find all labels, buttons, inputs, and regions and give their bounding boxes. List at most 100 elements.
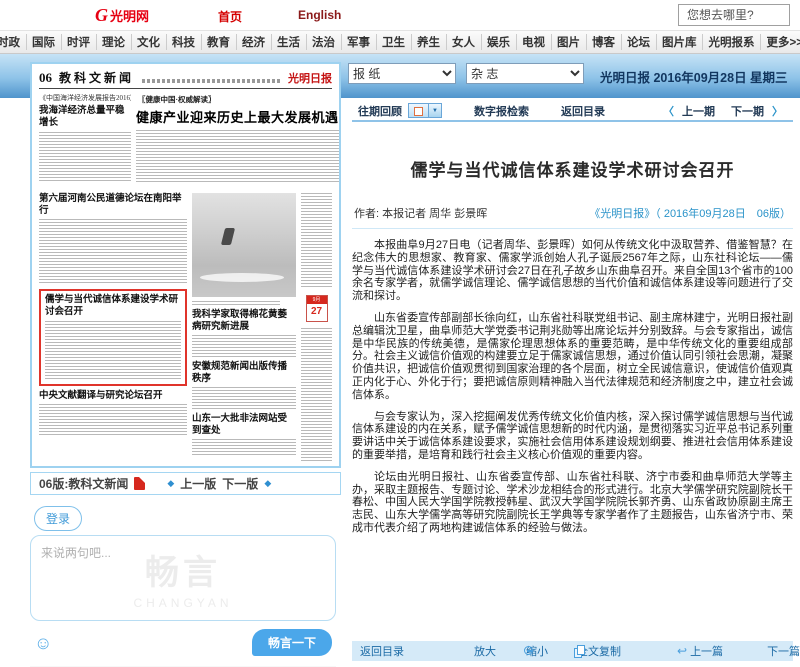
newspaper-masthead-logo: 光明日报	[288, 70, 332, 86]
prev-issue-link[interactable]: 上一期	[682, 103, 715, 119]
where-to-go-box[interactable]: 您想去哪里?	[678, 4, 790, 26]
zoom-in-link[interactable]: 放大	[474, 643, 496, 659]
text-placeholder	[136, 130, 339, 182]
headline-henan[interactable]: 第六届河南公民道德论坛在南阳举行	[39, 193, 187, 217]
diamond-icon: ◆	[167, 478, 174, 489]
article-documents[interactable]: 中央文献翻译与研究论坛召开	[39, 390, 187, 436]
nav-item-yule[interactable]: 娱乐	[482, 34, 517, 50]
article-paragraph: 本报曲阜9月27日电（记者周华、彭景晖）如何从传统文化中汲取营养、借鉴智慧？在纪…	[352, 239, 793, 303]
article-paragraph: 与会专家认为，深入挖掘阐发优秀传统文化价值内核，深入探讨儒学诚信思想与当代诚信体…	[352, 411, 793, 462]
headline-health[interactable]: 健康产业迎来历史上最大发展机遇	[136, 107, 339, 126]
headline-anhui[interactable]: 安徽规范新闻出版传播秩序	[192, 361, 296, 385]
next-issue-link[interactable]: 下一期	[731, 103, 764, 119]
nav-item-jiaoyu[interactable]: 教育	[202, 34, 237, 50]
article-title: 儒学与当代诚信体系建设学术研讨会召开	[352, 156, 793, 181]
nav-item-wenhua[interactable]: 文化	[132, 34, 167, 50]
text-placeholder	[301, 328, 332, 461]
prev-article-link[interactable]: 上一篇	[690, 643, 723, 659]
logo-g-icon: G	[95, 5, 108, 25]
login-button[interactable]: 登录	[34, 506, 82, 531]
article-paragraph: 山东省委宣传部副部长徐向红，山东省社科联党组书记、副主席林建宁，光明日报社副总编…	[352, 312, 793, 402]
article-cotton[interactable]: 我科学家取得棉花黄萎病研究新进展	[192, 309, 296, 357]
nav-item-weisheng[interactable]: 卫生	[377, 34, 412, 50]
article-paragraph: 论坛由光明日报社、山东省委宣传部、山东省社科联、济宁市委和曲阜师范大学等主办，采…	[352, 471, 793, 535]
date-picker-dropdown-icon[interactable]: ▼	[428, 104, 441, 117]
article-anhui[interactable]: 安徽规范新闻出版传播秩序	[192, 361, 296, 409]
newspaper-header: 06 教科文新闻 光明日报	[39, 69, 332, 86]
comment-textarea[interactable]	[30, 535, 336, 621]
newspaper-band-bottom: 第六届河南公民道德论坛在南阳举行 儒学与当代诚信体系建设学术研讨会召开 中央文献…	[39, 193, 332, 461]
article-author: 作者: 本报记者 周华 彭景晖	[354, 205, 487, 221]
nav-item-lilun[interactable]: 理论	[97, 34, 132, 50]
newspaper-section-title: 教科文新闻	[59, 69, 134, 86]
text-placeholder	[192, 335, 296, 357]
text-placeholder	[39, 404, 187, 436]
nav-item-dianshi[interactable]: 电视	[517, 34, 552, 50]
nav-item-yangsheng[interactable]: 养生	[412, 34, 447, 50]
nav-item-shenghuo[interactable]: 生活	[272, 34, 307, 50]
nav-item-junshi[interactable]: 军事	[342, 34, 377, 50]
divider	[352, 228, 793, 229]
divider	[39, 88, 332, 89]
back-to-contents-bottom-link[interactable]: 返回目录	[360, 643, 404, 659]
newspaper-col-main: 〖健康中国·权威解读〗 健康产业迎来历史上最大发展机遇	[136, 93, 339, 189]
digital-search-link[interactable]: 数字报检索	[474, 103, 529, 119]
headline-confucian[interactable]: 儒学与当代诚信体系建设学术研讨会召开	[45, 294, 181, 318]
headline-marine[interactable]: 我海洋经济总量平稳增长	[39, 105, 131, 129]
home-link[interactable]: 首页	[218, 8, 242, 25]
text-placeholder	[142, 79, 280, 83]
back-issues-link[interactable]: 往期回顾	[358, 103, 402, 119]
nav-item-jingji[interactable]: 经济	[237, 34, 272, 50]
headline-cotton[interactable]: 我科学家取得棉花黄萎病研究新进展	[192, 309, 296, 333]
prev-issue-arrow-icon: 〈	[663, 103, 674, 119]
back-to-contents-link[interactable]: 返回目录	[561, 103, 605, 119]
submit-comment-button[interactable]: 畅言一下	[252, 629, 332, 656]
comment-input-area: 畅言 CHANGYAN	[30, 535, 336, 621]
headline-documents[interactable]: 中央文献翻译与研究论坛召开	[39, 390, 187, 402]
nav-item-luntan[interactable]: 论坛	[622, 34, 657, 50]
nav-item-keji[interactable]: 科技	[167, 34, 202, 50]
headline-kicker: 《中国海洋经济发展报告2016》发布	[39, 93, 131, 103]
gmw-logo[interactable]: G光明网	[95, 5, 149, 26]
nav-item-shiping[interactable]: 时评	[62, 34, 97, 50]
text-placeholder	[45, 321, 181, 381]
calendar-month: 9月	[307, 296, 327, 304]
article-toolbar: 返回目录 放大 缩小 全文复制 ↩ 上一篇 下一篇	[352, 641, 793, 661]
nav-item-gmbaoxi[interactable]: 光明报系	[703, 34, 761, 50]
magazine-select[interactable]: 杂 志	[466, 63, 584, 84]
newspaper-col-left: 《中国海洋经济发展报告2016》发布 我海洋经济总量平稳增长	[39, 93, 131, 189]
emoji-icon[interactable]: ☺	[34, 634, 52, 652]
text-placeholder	[39, 132, 131, 182]
nav-item-fazhi[interactable]: 法治	[307, 34, 342, 50]
article-body: 本报曲阜9月27日电（记者周华、彭景晖）如何从传统文化中汲取营养、借鉴智慧？在纪…	[352, 239, 793, 651]
diamond-icon: ◆	[264, 478, 271, 489]
highlighted-article-box[interactable]: 儒学与当代诚信体系建设学术研讨会召开	[39, 289, 187, 386]
prev-page-link[interactable]: 上一版	[180, 475, 216, 492]
pdf-icon[interactable]	[134, 477, 145, 490]
nav-item-shizheng[interactable]: 时政	[0, 34, 27, 50]
article-henan[interactable]: 第六届河南公民道德论坛在南阳举行	[39, 193, 187, 285]
paper-select[interactable]: 报 纸	[348, 63, 456, 84]
nav-item-more[interactable]: 更多>>	[761, 34, 800, 50]
headline-shandong[interactable]: 山东一大批非法网站受到查处	[192, 413, 296, 437]
calendar-day: 27	[307, 304, 327, 320]
next-page-link[interactable]: 下一版	[222, 475, 258, 492]
nav-item-guoji[interactable]: 国际	[27, 34, 62, 50]
comment-actions-row: ☺ 畅言一下	[30, 629, 336, 656]
issue-toolbar: 往期回顾 ▼ 数字报检索 返回目录 〈 上一期 下一期 〉	[352, 101, 793, 122]
newspaper-col-left2: 第六届河南公民道德论坛在南阳举行 儒学与当代诚信体系建设学术研讨会召开 中央文献…	[39, 193, 187, 461]
article-shandong[interactable]: 山东一大批非法网站受到查处	[192, 413, 296, 457]
nav-item-tupian[interactable]: 图片	[552, 34, 587, 50]
next-article-link[interactable]: 下一篇	[767, 643, 800, 659]
newspaper-page-thumbnail[interactable]: 06 教科文新闻 光明日报 《中国海洋经济发展报告2016》发布 我海洋经济总量…	[30, 62, 341, 468]
nav-item-boke[interactable]: 博客	[587, 34, 622, 50]
date-picker-calendar-icon[interactable]	[409, 104, 428, 117]
calendar-icon: 9月 27	[306, 295, 328, 322]
newspaper-band-top: 《中国海洋经济发展报告2016》发布 我海洋经济总量平稳增长 〖健康中国·权威解…	[39, 93, 332, 189]
nav-item-tupianku[interactable]: 图片库	[657, 34, 704, 50]
date-picker-widget[interactable]: ▼	[408, 103, 442, 118]
next-issue-arrow-icon: 〉	[772, 103, 783, 119]
current-page-label: 06版:教科文新闻	[39, 475, 128, 492]
nav-item-nvren[interactable]: 女人	[447, 34, 482, 50]
english-link[interactable]: English	[298, 8, 341, 22]
